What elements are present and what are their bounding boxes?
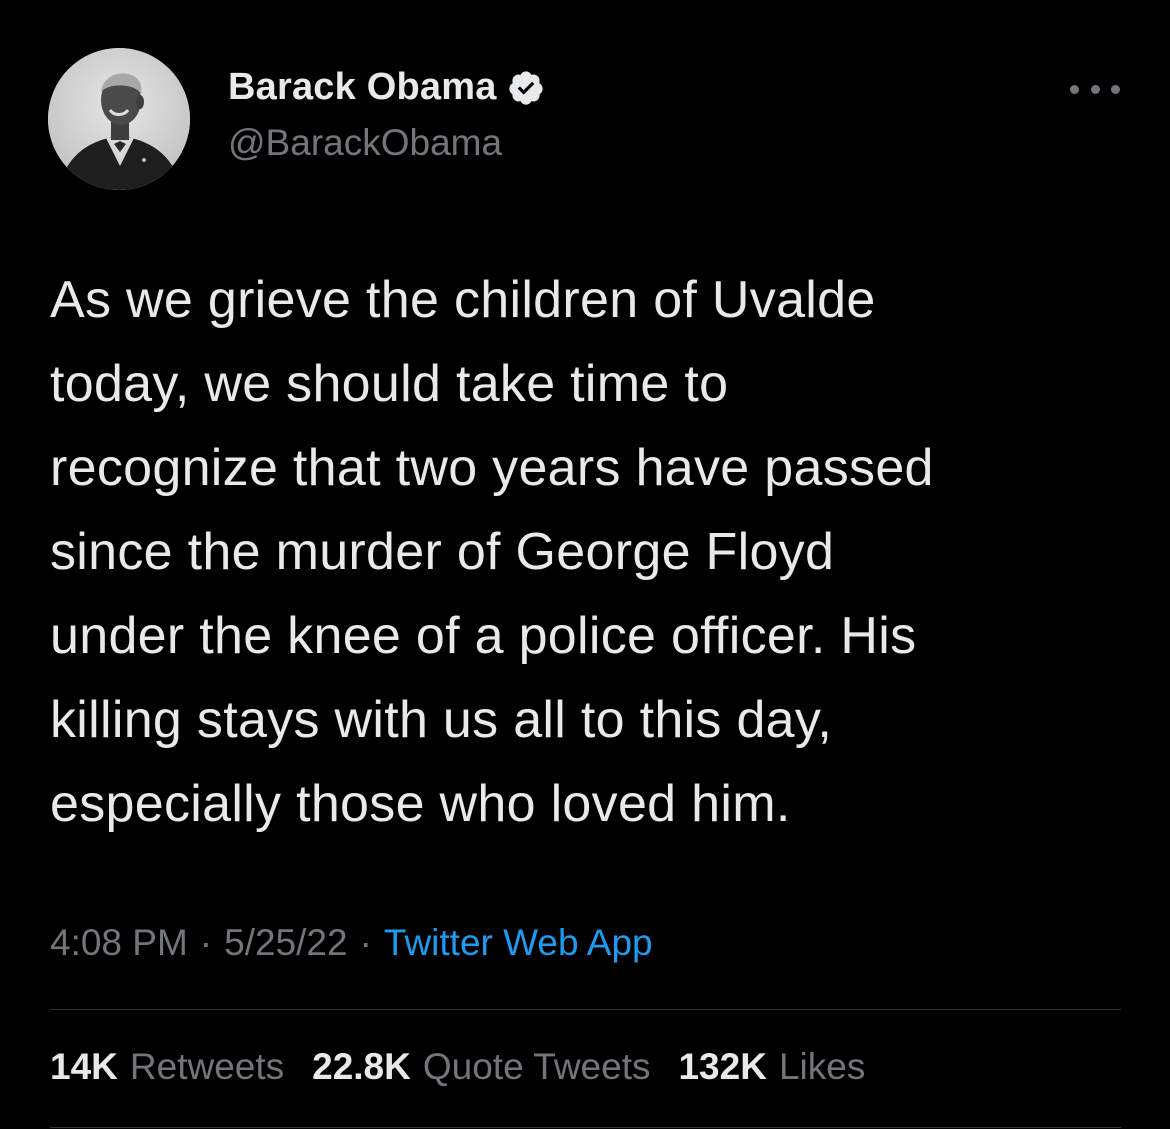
quote-tweets-stat[interactable]: 22.8K Quote Tweets [312,1046,650,1088]
tweet-detail: Barack Obama @BarackObama As we grieve t… [0,0,1170,1129]
dot-icon [1070,84,1079,94]
separator-dot: · [359,922,372,963]
dot-icon [1111,84,1120,94]
tweet-metadata: 4:08 PM · 5/25/22 · Twitter Web App [50,922,653,964]
tweet-text: As we grieve the children of Uvalde toda… [50,271,934,833]
avatar[interactable] [48,48,190,190]
retweets-count: 14K [50,1046,118,1087]
author-name-row: Barack Obama [228,66,545,109]
retweets-label: Retweets [129,1046,285,1087]
dot-icon [1090,84,1100,94]
author-name[interactable]: Barack Obama [228,66,497,109]
likes-count: 132K [678,1046,767,1087]
more-options-button[interactable] [1070,74,1120,104]
likes-label: Likes [778,1046,866,1087]
quote-tweets-label: Quote Tweets [422,1046,651,1087]
quote-tweets-count: 22.8K [312,1046,411,1087]
tweet-source-link[interactable]: Twitter Web App [384,922,653,964]
profile-photo-icon [48,48,190,190]
divider [50,1127,1121,1128]
tweet-date[interactable]: 5/25/22 [224,922,347,964]
divider [50,1009,1121,1010]
author-handle[interactable]: @BarackObama [228,122,502,164]
tweet-time[interactable]: 4:08 PM [50,922,188,964]
separator-dot: · [199,922,213,963]
verified-badge-icon [508,70,543,105]
retweets-stat[interactable]: 14K Retweets [50,1046,284,1088]
likes-stat[interactable]: 132K Likes [678,1046,865,1088]
engagement-stats: 14K Retweets 22.8K Quote Tweets 132K Lik… [50,1046,893,1088]
